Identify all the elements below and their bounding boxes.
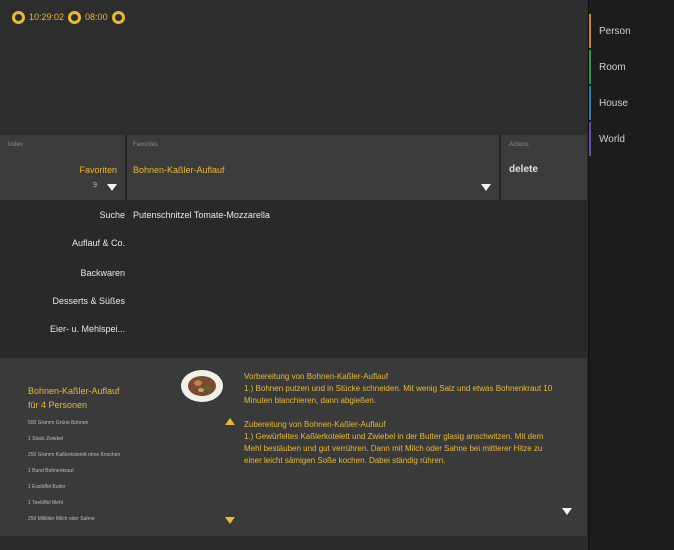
alarm-icon — [12, 10, 25, 24]
recipe-title: Bohnen-Kaßler-Auflauf — [28, 386, 120, 396]
status-time: 10:29:02 — [29, 12, 65, 22]
ingredient-item: 1 Esslöffel Butter — [28, 484, 66, 490]
ingredient-item: 1 Stück Zwiebel — [28, 436, 64, 442]
index-count: 9 — [93, 182, 97, 189]
nav-item-house[interactable]: House — [589, 86, 674, 120]
nav-accent — [589, 14, 591, 48]
recipe-servings: für 4 Personen — [28, 400, 88, 410]
clock-icon — [68, 10, 82, 24]
nav-accent — [589, 50, 591, 84]
ingredient-item: 250 Milliliter Milch oder Sahne — [28, 516, 95, 522]
ingredient-item: 1 Bund Bohnenkraut — [28, 468, 74, 474]
instructions-text: Vorbereitung von Bohnen-Kaßler-Auflauf 1… — [244, 371, 556, 467]
index-select[interactable]: Index Favoriten 9 — [0, 135, 125, 200]
ingredient-item: 500 Gramm Grüne Bohnen — [28, 420, 89, 426]
prep-step: 1.) Bohnen putzen und in Stücke schneide… — [244, 384, 553, 405]
chevron-down-icon[interactable] — [481, 184, 491, 191]
delete-button[interactable]: delete — [509, 164, 538, 175]
nav-label: Person — [599, 26, 631, 37]
category-item[interactable]: Auflauf & Co. — [5, 238, 125, 248]
nav-label: House — [599, 98, 628, 109]
category-item[interactable]: Eier- u. Mehlspei... — [5, 324, 125, 334]
status-bar: 10:29:02 08:00 — [12, 10, 125, 24]
ingredient-item: 1 Teelöffel Mehl — [28, 500, 63, 506]
favorite-value: Bohnen-Kaßler-Auflauf — [133, 165, 225, 175]
bottom-strip — [0, 536, 587, 550]
category-item[interactable]: Backwaren — [5, 268, 125, 278]
chevron-down-icon[interactable] — [107, 184, 117, 191]
cook-step: 1.) Gewürfeltes Kaßlerkotelett und Zwieb… — [244, 432, 544, 465]
nav-label: World — [599, 134, 625, 145]
index-value: Favoriten — [79, 165, 117, 175]
nav-accent — [589, 122, 591, 156]
category-item[interactable]: Suche — [5, 210, 125, 220]
favorite-select[interactable]: Favorites Bohnen-Kaßler-Auflauf — [127, 135, 499, 200]
nav-item-world[interactable]: World — [589, 122, 674, 156]
actions-cell: Actions delete — [501, 135, 587, 200]
category-item[interactable]: Desserts & Süßes — [5, 296, 125, 306]
nav-label: Room — [599, 62, 626, 73]
nav-item-room[interactable]: Room — [589, 50, 674, 84]
chevron-down-icon[interactable] — [562, 508, 572, 515]
ingredient-item: 250 Gramm Kaßlerkotelett ohne Knochen — [28, 452, 121, 458]
category-list: Suche Auflauf & Co. Backwaren Desserts &… — [0, 200, 125, 358]
scroll-up-icon[interactable] — [225, 418, 235, 425]
content-list: Suche Auflauf & Co. Backwaren Desserts &… — [0, 200, 587, 358]
favorite-item[interactable]: Putenschnitzel Tomate-Mozzarella — [133, 210, 270, 220]
actions-label: Actions — [509, 142, 529, 148]
filter-row: Index Favoriten 9 Favorites Bohnen-Kaßle… — [0, 135, 587, 200]
recipe-image — [180, 368, 224, 404]
prep-title: Vorbereitung von Bohnen-Kaßler-Auflauf — [244, 372, 389, 381]
recipe-detail: Bohnen-Kaßler-Auflauf für 4 Personen 500… — [0, 358, 587, 536]
user-icon — [111, 10, 125, 24]
status-timer: 08:00 — [85, 12, 108, 22]
favorites-label: Favorites — [133, 142, 158, 148]
cook-title: Zubereitung von Bohnen-Kaßler-Auflauf — [244, 420, 386, 429]
right-navigation: Person Room House World — [588, 0, 674, 550]
nav-accent — [589, 86, 591, 120]
index-label: Index — [8, 142, 23, 148]
scroll-down-icon[interactable] — [225, 517, 235, 524]
nav-item-person[interactable]: Person — [589, 14, 674, 48]
